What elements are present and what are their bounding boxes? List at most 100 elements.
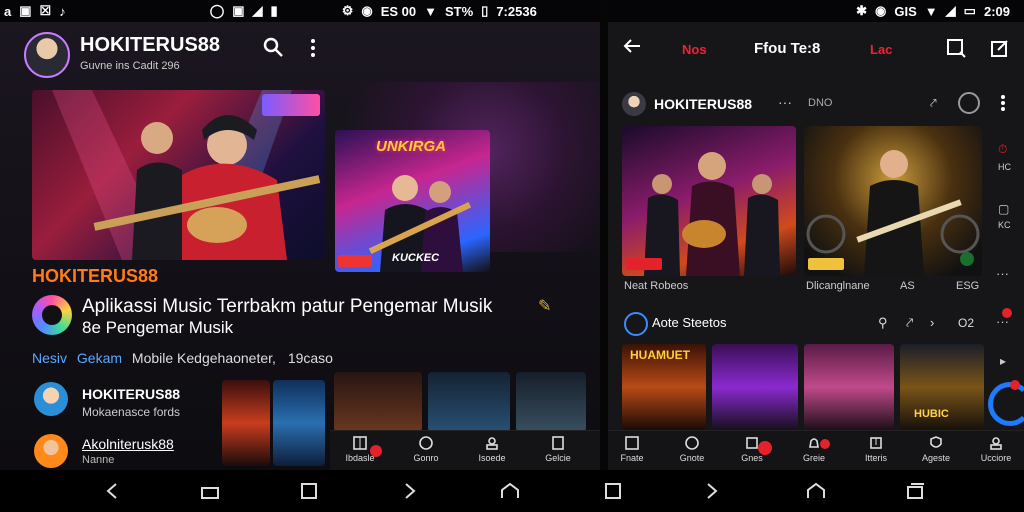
- pane-divider: [600, 0, 608, 470]
- channel-meta: DNO: [808, 97, 833, 109]
- list-item-title-2[interactable]: Akolniterusk88: [82, 436, 174, 452]
- thumb-1[interactable]: [222, 380, 270, 466]
- rotate-nav-icon-2[interactable]: [704, 482, 724, 500]
- tab-greie[interactable]: Greie: [784, 431, 844, 470]
- section-icon: [624, 312, 648, 336]
- shield-icon: [930, 436, 942, 448]
- battery-icon-2: ▯: [481, 3, 489, 18]
- back-nav-icon[interactable]: [104, 482, 120, 500]
- hero-title: Aplikassi Music Terrbakm patur Pengemar …: [82, 296, 493, 317]
- share-icon[interactable]: [990, 38, 1010, 63]
- rotate-nav-icon[interactable]: [402, 482, 422, 500]
- loading-spinner-icon: [988, 382, 1024, 426]
- music-note-icon: ♪: [59, 3, 66, 19]
- signal-icon-2: ◢: [945, 3, 956, 18]
- cast-icon[interactable]: ⤤: [930, 96, 937, 111]
- tab-greie-label: Greie: [802, 453, 825, 463]
- status-text-right: GIS: [894, 3, 917, 19]
- thumb-3[interactable]: [334, 372, 422, 432]
- battery-icon-3: ▭: [963, 3, 976, 18]
- hero-badge: [262, 94, 320, 116]
- signal-icon: ◢: [252, 3, 263, 18]
- tab-gnote-label: Gnote: [679, 453, 705, 463]
- recents-nav-icon-2[interactable]: [604, 482, 622, 500]
- meta-part4: 19caso: [287, 350, 333, 366]
- thumb-2[interactable]: [273, 380, 325, 466]
- card1-badge: [626, 258, 662, 270]
- thumb-4[interactable]: [428, 372, 510, 432]
- status-bar-right: ✱ ◉ GIS ▼ ◢ ▭ 2:09: [608, 0, 1024, 22]
- channel-name[interactable]: HOKITERUS88: [654, 96, 752, 112]
- tab-gnes[interactable]: Gnes: [722, 431, 782, 470]
- timer-icon[interactable]: ⏱: [998, 142, 1007, 157]
- status-extra: ST%: [445, 3, 474, 19]
- side-label-1: HC: [998, 162, 1011, 172]
- notification-dot-4: [758, 441, 772, 455]
- system-navigation-bar: [0, 470, 1024, 512]
- recents-nav-icon-3[interactable]: [906, 482, 926, 500]
- header-left-tab[interactable]: Nos: [682, 42, 707, 57]
- square-icon: ▣: [232, 3, 245, 18]
- section-right-label: O2: [958, 316, 975, 330]
- tab-gnote[interactable]: Gnote: [662, 431, 722, 470]
- status-text-mid: ES 00: [380, 3, 417, 19]
- home-nav-icon[interactable]: [200, 482, 220, 500]
- tab-isoede[interactable]: Isoede: [462, 431, 522, 470]
- profile-icon: [552, 436, 564, 450]
- side-label-2: KC: [998, 220, 1011, 230]
- home-nav-icon-2[interactable]: [500, 482, 520, 500]
- left-pane: HOKITERUS88 Guvne ins Cadit 296 UNKIRGA …: [0, 22, 600, 470]
- search-icon-2[interactable]: ⚲: [878, 315, 888, 331]
- circle-icon[interactable]: [958, 92, 980, 114]
- poster-3[interactable]: [804, 344, 894, 430]
- tab-ucciore-label: Ucciore: [980, 453, 1012, 463]
- person-icon: [486, 437, 498, 450]
- poster-caption: UNKIRGA: [376, 138, 446, 155]
- meta-part2[interactable]: Gekam: [77, 350, 122, 366]
- more-vert-icon-2[interactable]: [1000, 94, 1006, 117]
- meta-part1[interactable]: Nesiv: [32, 350, 67, 366]
- tab-genre[interactable]: Gonro: [396, 431, 456, 470]
- recents-nav-icon[interactable]: [300, 482, 318, 500]
- a-icon: a: [4, 3, 12, 19]
- tab-ucciore[interactable]: Ucciore: [966, 431, 1024, 470]
- tab-ageste[interactable]: Ageste: [906, 431, 966, 470]
- home-nav-icon-3[interactable]: [806, 482, 826, 500]
- video-card-1[interactable]: [622, 126, 796, 276]
- tab-fnate[interactable]: Fnate: [608, 431, 662, 470]
- more-horiz-icon[interactable]: ···: [778, 94, 792, 110]
- section-title: Aote Steetos: [652, 315, 727, 330]
- header-right-tab[interactable]: Lac: [870, 42, 892, 57]
- poster-2[interactable]: [712, 344, 798, 430]
- search-icon[interactable]: [262, 36, 284, 64]
- tab-isoede-label: Isoede: [478, 453, 506, 463]
- tab-gelcie[interactable]: Gelcie: [528, 431, 588, 470]
- status-bar-left: a ▣ ☒ ♪ ◯ ▣ ◢ ▮ ⚙ ◉ ES 00 ▼ ST% ▯ 7:2536: [0, 0, 600, 22]
- book-icon: [353, 436, 367, 450]
- play-next-icon[interactable]: ▸: [1000, 354, 1006, 368]
- video-card-2[interactable]: [804, 126, 982, 276]
- tab-itteris[interactable]: Itteris: [846, 431, 906, 470]
- channel-avatar[interactable]: [622, 92, 646, 116]
- notification-dot-5: [820, 439, 830, 449]
- hero-brand: HOKITERUS88: [32, 266, 159, 286]
- avatar[interactable]: [24, 32, 70, 78]
- tab-ageste-label: Ageste: [921, 453, 951, 463]
- forward-icon[interactable]: ›: [930, 315, 934, 330]
- search-square-icon[interactable]: [946, 38, 966, 63]
- tab-genre-label: Gonro: [413, 453, 439, 463]
- list-item-title[interactable]: HOKITERUS88: [82, 386, 180, 402]
- chat-icon[interactable]: ▢: [998, 202, 1009, 216]
- download-icon: [870, 437, 882, 449]
- settings-status-icon: ⚙: [341, 3, 354, 18]
- compass-icon-2: [685, 436, 699, 450]
- battery-icon: ▮: [270, 3, 278, 18]
- tab-itteris-label: Itteris: [864, 453, 887, 463]
- more-horiz-icon-2[interactable]: ···: [996, 266, 1009, 281]
- compass-icon: [419, 436, 433, 450]
- thumb-5[interactable]: [516, 372, 586, 432]
- more-vert-icon[interactable]: [310, 38, 316, 63]
- back-arrow-icon[interactable]: [622, 36, 642, 61]
- cast-icon-2[interactable]: ⤤: [906, 315, 913, 331]
- tab-gelcie-label: Gelcie: [545, 453, 571, 463]
